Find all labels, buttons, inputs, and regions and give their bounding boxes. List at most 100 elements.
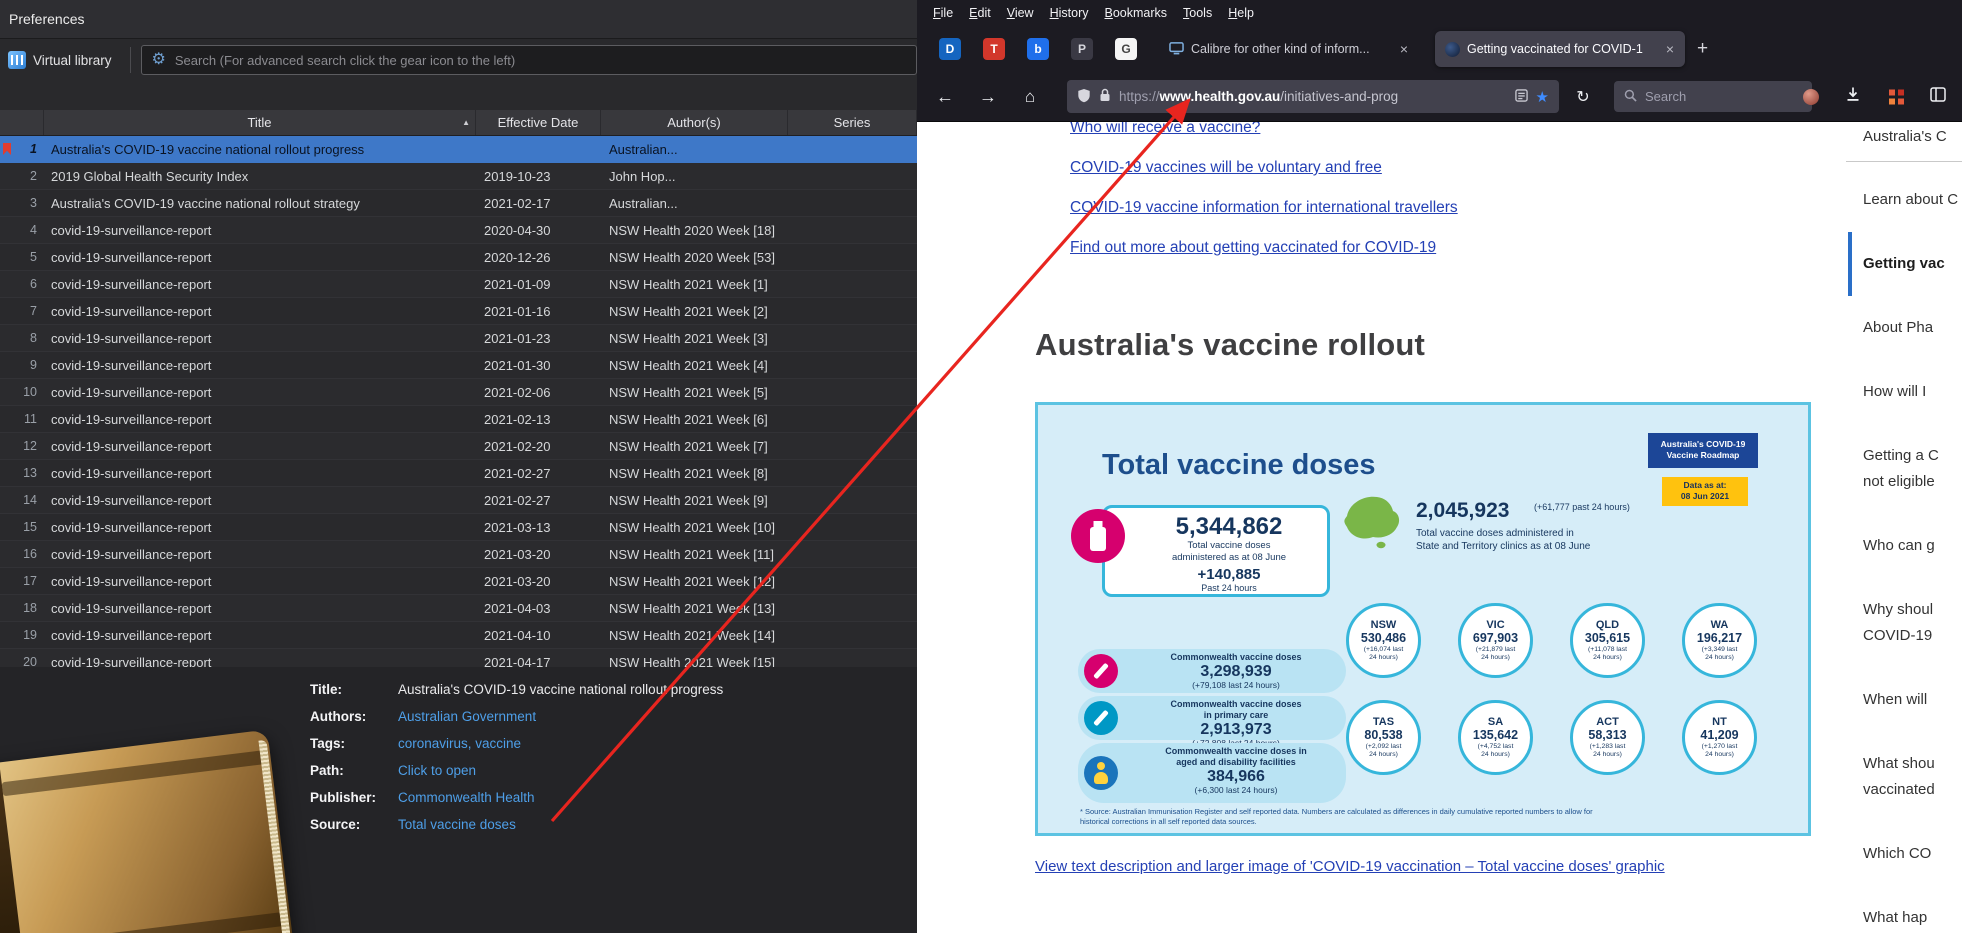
column-header-authors[interactable]: Author(s) — [601, 110, 788, 135]
cell-effective-date: 2021-04-03 — [484, 600, 551, 616]
sidebar-item[interactable]: How will I — [1838, 360, 1962, 424]
table-row[interactable]: 12 covid-19-surveillance-report 2021-02-20… — [0, 433, 917, 460]
menu-edit[interactable]: Edit — [961, 3, 999, 23]
page-link[interactable]: Who will receive a vaccine? — [1070, 122, 1260, 137]
browser-search-input[interactable]: Search — [1614, 81, 1812, 112]
downloads-icon[interactable] — [1845, 86, 1861, 107]
menu-help[interactable]: Help — [1220, 3, 1262, 23]
detail-tags-links[interactable]: coronavirus, vaccine — [398, 730, 521, 757]
column-header-title[interactable]: Title ▲ — [44, 110, 476, 135]
stat-label: Commonwealth vaccine doses in aged and d… — [1165, 746, 1307, 767]
sidebar-item[interactable]: Which CO — [1838, 822, 1962, 886]
sidebar-item[interactable]: Getting a C not eligible — [1838, 424, 1962, 514]
table-row[interactable]: 1 Australia's COVID-19 vaccine national r… — [0, 136, 917, 163]
sidebar-item[interactable]: Who can g — [1838, 514, 1962, 578]
url-text[interactable]: https://www.health.gov.au/initiatives-an… — [1119, 89, 1507, 104]
cell-title: covid-19-surveillance-report — [51, 249, 212, 265]
reload-button[interactable]: ↻ — [1568, 87, 1598, 107]
page-link[interactable]: COVID-19 vaccines will be voluntary and … — [1070, 159, 1382, 177]
table-row[interactable]: 20 covid-19-surveillance-report 2021-04-17… — [0, 649, 917, 667]
table-row[interactable]: 19 covid-19-surveillance-report 2021-04-10… — [0, 622, 917, 649]
sidebar-parent-item[interactable]: Australia's C — [1838, 122, 1962, 145]
row-number: 20 — [23, 655, 37, 667]
pinned-tab-g-icon[interactable]: G — [1115, 38, 1137, 60]
menu-file[interactable]: File — [925, 3, 961, 23]
tab-close-icon[interactable]: × — [1398, 41, 1410, 57]
table-row[interactable]: 18 covid-19-surveillance-report 2021-04-03… — [0, 595, 917, 622]
reader-mode-icon[interactable] — [1514, 88, 1528, 105]
sidebar-item[interactable]: Why shoul COVID-19 — [1838, 578, 1962, 668]
gear-icon[interactable]: ⚙ — [152, 52, 166, 68]
back-button[interactable]: ← — [930, 86, 960, 107]
pinned-tab-p-icon[interactable]: P — [1071, 38, 1093, 60]
roadmap-badge: Australia's COVID-19 Vaccine Roadmap — [1648, 433, 1758, 468]
tab-getting-vaccinated[interactable]: Getting vaccinated for COVID-1 × — [1435, 31, 1685, 67]
menu-history[interactable]: History — [1042, 3, 1097, 23]
page-link[interactable]: COVID-19 vaccine information for interna… — [1070, 199, 1458, 217]
detail-authors-link[interactable]: Australian Government — [398, 703, 536, 730]
tab-close-icon[interactable]: × — [1664, 41, 1676, 57]
row-number-cell: 20 — [0, 649, 44, 667]
stat-delta: (+6,300 last 24 hours) — [1194, 785, 1278, 796]
table-row[interactable]: 7 covid-19-surveillance-report 2021-01-16 N… — [0, 298, 917, 325]
menu-view[interactable]: View — [999, 3, 1042, 23]
table-row[interactable]: 11 covid-19-surveillance-report 2021-02-13… — [0, 406, 917, 433]
detail-title-value: Australia's COVID-19 vaccine national ro… — [398, 682, 724, 697]
sidebar-item[interactable]: Learn about C — [1838, 168, 1962, 232]
table-row[interactable]: 8 covid-19-surveillance-report 2021-01-23 N… — [0, 325, 917, 352]
view-text-description-link[interactable]: View text description and larger image o… — [1035, 858, 1665, 875]
sidebar-item[interactable]: What shou vaccinated — [1838, 732, 1962, 822]
table-row[interactable]: 17 covid-19-surveillance-report 2021-03-20… — [0, 568, 917, 595]
pinned-tab-t-icon[interactable]: T — [983, 38, 1005, 60]
table-row[interactable]: 4 covid-19-surveillance-report 2020-04-30 N… — [0, 217, 917, 244]
new-tab-button[interactable]: + — [1697, 38, 1708, 60]
detail-path-link[interactable]: Click to open — [398, 757, 476, 784]
sidebar-divider — [1846, 161, 1962, 162]
menu-tools[interactable]: Tools — [1175, 3, 1220, 23]
forward-button[interactable]: → — [973, 86, 1003, 107]
table-row[interactable]: 9 covid-19-surveillance-report 2021-01-30 N… — [0, 352, 917, 379]
column-header-index[interactable] — [0, 110, 44, 135]
column-header-effective-date[interactable]: Effective Date — [476, 110, 601, 135]
account-avatar[interactable] — [1803, 88, 1819, 105]
preferences-label[interactable]: Preferences — [9, 11, 84, 27]
pinned-tab-d-icon[interactable]: D — [939, 38, 961, 60]
cell-authors: NSW Health 2020 Week [18] — [609, 222, 775, 238]
infographic-footnote: * Source: Australian Immunisation Regist… — [1080, 807, 1593, 826]
column-header-series[interactable]: Series — [788, 110, 917, 135]
shield-icon[interactable] — [1077, 88, 1091, 106]
menu-bookmarks[interactable]: Bookmarks — [1097, 3, 1176, 23]
pinned-tab-b-icon[interactable]: b — [1027, 38, 1049, 60]
book-cover-image[interactable] — [0, 729, 295, 933]
table-row[interactable]: 10 covid-19-surveillance-report 2021-02-06… — [0, 379, 917, 406]
virtual-library-button[interactable]: Virtual library — [4, 49, 116, 71]
home-button[interactable]: ⌂ — [1015, 87, 1045, 107]
sidebar-item[interactable]: What hap — [1838, 886, 1962, 933]
table-row[interactable]: 15 covid-19-surveillance-report 2021-03-13… — [0, 514, 917, 541]
virtual-library-label: Virtual library — [33, 52, 112, 68]
table-row[interactable]: 5 covid-19-surveillance-report 2020-12-26 N… — [0, 244, 917, 271]
bookmark-star-icon[interactable]: ★ — [1536, 88, 1549, 106]
extension-icon[interactable] — [1889, 89, 1904, 104]
table-row[interactable]: 2 2019 Global Health Security Index 2019-1… — [0, 163, 917, 190]
table-row[interactable]: 13 covid-19-surveillance-report 2021-02-27… — [0, 460, 917, 487]
table-row[interactable]: 3 Australia's COVID-19 vaccine national r… — [0, 190, 917, 217]
search-input[interactable]: ⚙ Search (For advanced search click the … — [140, 45, 917, 75]
sidebar-toggle-icon[interactable] — [1930, 86, 1946, 107]
table-row[interactable]: 14 covid-19-surveillance-report 2021-02-27… — [0, 487, 917, 514]
table-row[interactable]: 6 covid-19-surveillance-report 2021-01-09 N… — [0, 271, 917, 298]
table-row[interactable]: 16 covid-19-surveillance-report 2021-03-20… — [0, 541, 917, 568]
detail-source-link[interactable]: Total vaccine doses — [398, 811, 516, 838]
column-date-label: Effective Date — [497, 115, 579, 130]
lock-icon[interactable] — [1099, 88, 1111, 105]
page-link[interactable]: Find out more about getting vaccinated f… — [1070, 239, 1436, 257]
detail-publisher-link[interactable]: Commonwealth Health — [398, 784, 535, 811]
sidebar-item[interactable]: Getting vac — [1848, 232, 1962, 296]
stat-label: Commonwealth vaccine doses in primary ca… — [1170, 699, 1302, 720]
url-bar[interactable]: https://www.health.gov.au/initiatives-an… — [1067, 80, 1559, 113]
tab-calibre[interactable]: Calibre for other kind of inform... × — [1159, 31, 1419, 67]
row-number: 16 — [23, 547, 37, 561]
sidebar-item[interactable]: About Pha — [1838, 296, 1962, 360]
cell-effective-date: 2021-01-16 — [484, 303, 551, 319]
sidebar-item[interactable]: When will — [1838, 668, 1962, 732]
